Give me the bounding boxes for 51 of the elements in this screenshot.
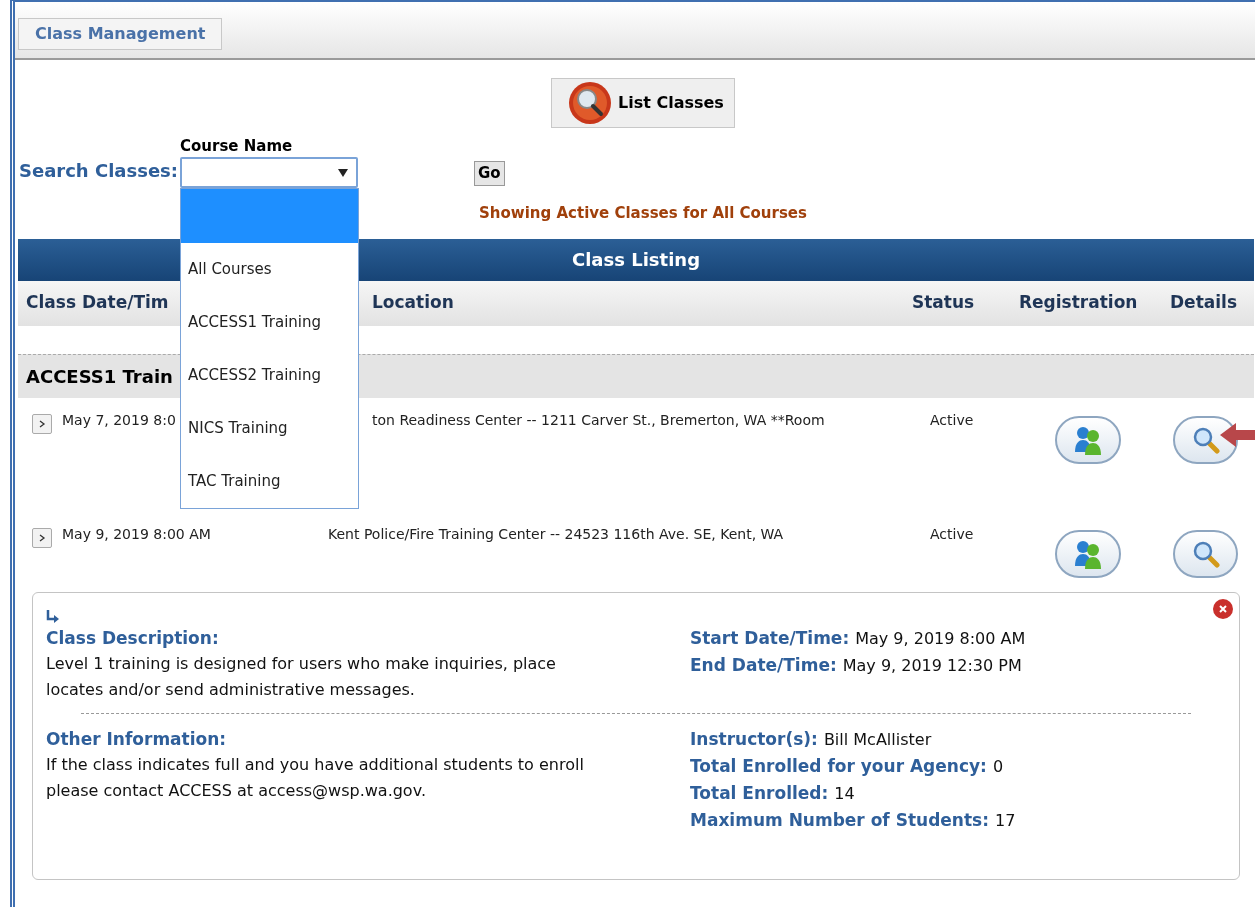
table-cell-text: ton Readiness Center -- 1211 Carver St., Bremerton, WA **Room — [371, 410, 826, 430]
column-header: Class Date/Tim — [25, 291, 170, 315]
table-cell-text: Active — [929, 524, 975, 544]
filter-message: Showing Active Classes for All Courses — [479, 203, 807, 224]
field-label: End Date/Time: — [690, 653, 837, 677]
people-icon — [1073, 424, 1103, 455]
course-name-label: Course Name — [180, 137, 294, 155]
column-header: Location — [372, 291, 455, 315]
section-text: Level 1 training is designed for users who make inquiries, place locates and/or send administrative messages. — [46, 652, 557, 701]
search-icon — [1191, 539, 1220, 568]
dropdown-arrow-icon — [338, 168, 349, 177]
field-label: Instructor(s): — [690, 727, 818, 751]
search-label: Search Classes: — [19, 159, 179, 183]
table-cell-text: May 9, 2019 8:00 AM — [62, 524, 211, 544]
field-value: May 9, 2019 8:00 AM — [855, 627, 1026, 650]
field-label: Start Date/Time: — [690, 626, 850, 650]
field-value: May 9, 2019 12:30 PM — [842, 654, 1022, 677]
table-cell-text: Active — [929, 410, 975, 430]
chevron-right-icon — [38, 419, 46, 428]
chevron-right-icon — [38, 533, 46, 542]
search-icon — [1191, 425, 1220, 454]
annotation-arrow — [1220, 420, 1255, 450]
course-select[interactable] — [180, 157, 359, 188]
search-icon — [568, 81, 612, 125]
expand-button[interactable] — [32, 413, 52, 434]
people-icon — [1073, 538, 1103, 569]
field-label: Maximum Number of Students: — [690, 808, 989, 832]
tab[interactable]: Class Management — [18, 18, 223, 50]
field-value: 0 — [992, 755, 1004, 778]
close-icon[interactable] — [1213, 598, 1233, 619]
expand-button[interactable] — [32, 527, 52, 548]
details-button[interactable] — [1173, 529, 1238, 578]
section-heading: Other Information: — [46, 727, 227, 751]
column-header: Registration — [1018, 291, 1139, 315]
section-text: If the class indicates full and you have additional students to enroll please contact ACCESS at access@wsp.wa.gov. — [46, 753, 585, 802]
column-header: Status — [912, 291, 976, 315]
return-arrow-icon — [46, 608, 60, 623]
field-label: Total Enrolled for your Agency: — [690, 754, 987, 778]
details-button[interactable] — [1173, 415, 1238, 464]
list-classes-button[interactable]: List Classes — [551, 78, 735, 128]
table-cell-text: Kent Police/Fire Training Center -- 24523 116th Ave. SE, Kent, WA — [327, 524, 785, 544]
section-heading: Class Description: — [46, 626, 219, 650]
registration-button[interactable] — [1055, 415, 1121, 464]
field-value: Bill McAllister — [823, 728, 932, 751]
column-header: Details — [1169, 291, 1238, 315]
go-button[interactable]: Go — [474, 161, 505, 186]
table-cell-text: May 7, 2019 8:0 — [62, 410, 176, 430]
registration-button[interactable] — [1055, 529, 1121, 578]
field-value: 14 — [834, 782, 855, 805]
field-value: 17 — [995, 809, 1016, 832]
field-label: Total Enrolled: — [690, 781, 829, 805]
